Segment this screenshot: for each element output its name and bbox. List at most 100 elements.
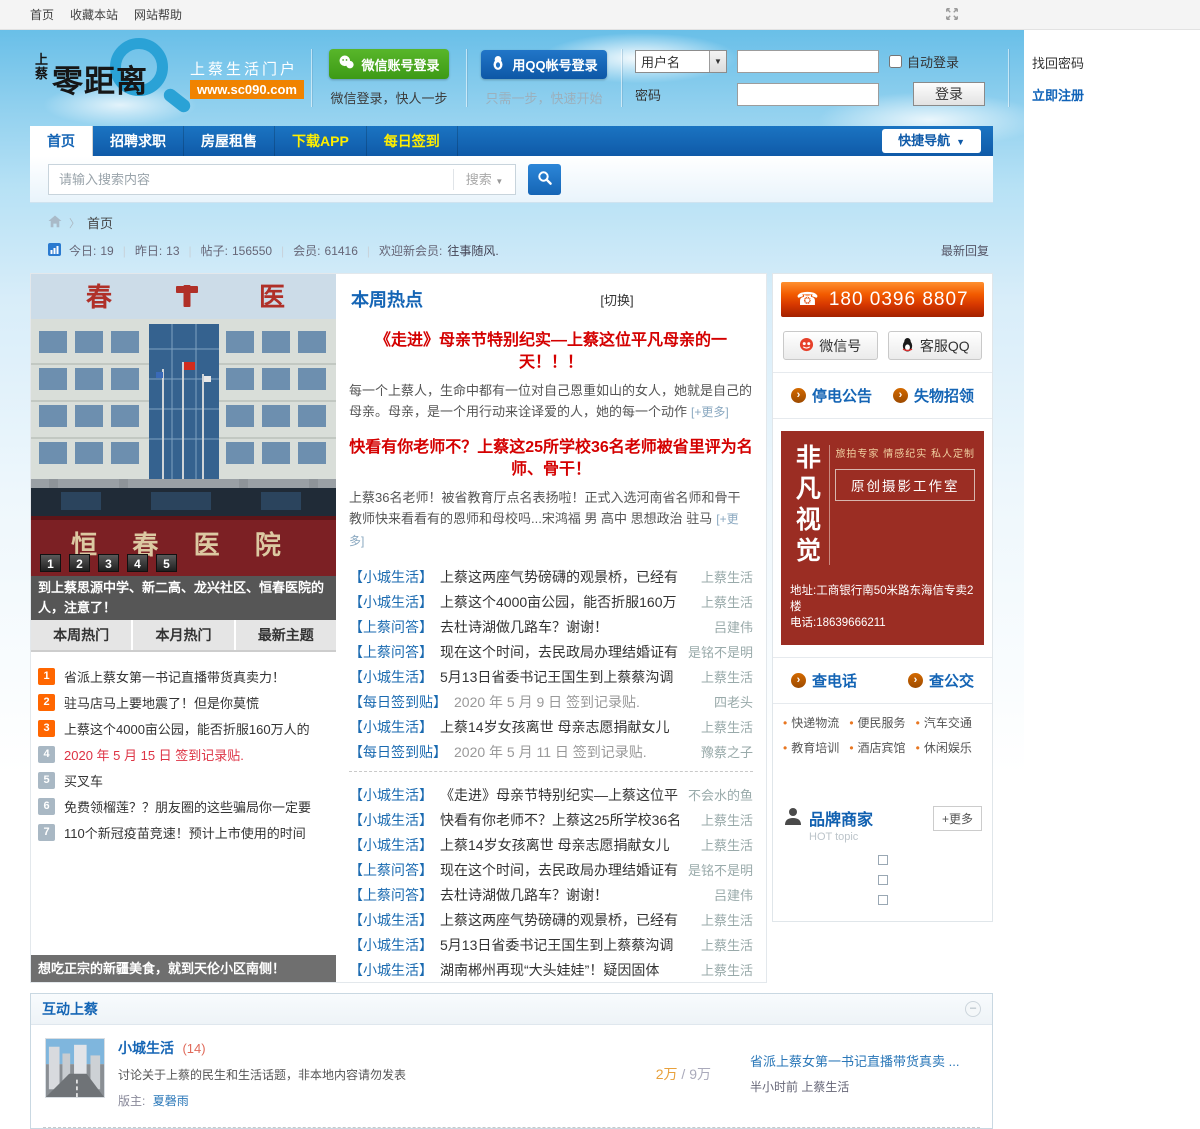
hot-topic-link[interactable]: 省派上蔡女第一书记直播带货真卖力！ (64, 667, 285, 686)
thread-category-link[interactable]: 【小城生活】 (349, 785, 433, 805)
thread-title-link[interactable]: 5月13日省委书记王国生到上蔡蔡沟调 (440, 667, 691, 687)
thread-title-link[interactable]: 5月13日省委书记王国生到上蔡蔡沟调 (440, 935, 691, 955)
hot-topic-link[interactable]: 2020 年 5 月 15 日 签到记录贴. (64, 745, 244, 764)
thread-author-link[interactable]: 上蔡生活 (701, 717, 753, 736)
moderator-link[interactable]: 夏磬雨 (153, 1094, 189, 1108)
thread-author-link[interactable]: 上蔡生活 (701, 960, 753, 979)
search-input[interactable] (49, 171, 453, 187)
thread-category-link[interactable]: 【小城生活】 (349, 667, 433, 687)
thread-author-link[interactable]: 上蔡生活 (701, 910, 753, 929)
thread-category-link[interactable]: 【每日签到贴】 (349, 742, 447, 762)
auto-login-checkbox[interactable] (889, 55, 902, 68)
breadcrumb-home-link[interactable]: 首页 (87, 213, 113, 232)
carousel-caption[interactable]: 到上蔡思源中学、新二高、龙兴社区、恒春医院的人，注意了！ (31, 576, 336, 620)
thread-category-link[interactable]: 【每日签到贴】 (349, 692, 447, 712)
notice-link[interactable]: › 失物招领 (892, 385, 974, 406)
thread-author-link[interactable]: 上蔡生活 (701, 935, 753, 954)
wechat-login-button[interactable]: 微信账号登录 (329, 49, 449, 79)
thread-author-link[interactable]: 不会水的鱼 (688, 785, 753, 804)
brand-merchants-title[interactable]: 品牌商家 (809, 806, 873, 830)
hot-topic-link[interactable]: 买叉车 (64, 771, 103, 790)
thread-category-link[interactable]: 【小城生活】 (349, 910, 433, 930)
thread-author-link[interactable]: 吕建伟 (714, 617, 753, 636)
thread-author-link[interactable]: 四老头 (714, 692, 753, 711)
thread-title-link[interactable]: 《走进》母亲节特别纪实—上蔡这位平 (440, 785, 678, 805)
hot-topic-link[interactable]: 110个新冠疫苗竞速！预计上市使用的时间 (64, 823, 306, 842)
thread-category-link[interactable]: 【小城生活】 (349, 960, 433, 980)
left-tab[interactable]: 本周热门 (31, 620, 132, 650)
site-logo[interactable]: 上蔡 零距离 上蔡生活门户 www.sc090.com (30, 36, 304, 120)
thread-title-link[interactable]: 2020 年 5 月 9 日 签到记录贴. (454, 692, 704, 712)
thread-category-link[interactable]: 【上蔡问答】 (349, 860, 433, 880)
thread-author-link[interactable]: 上蔡生活 (701, 667, 753, 686)
topbar-link[interactable]: 首页 (30, 8, 54, 22)
thread-category-link[interactable]: 【小城生活】 (349, 717, 433, 737)
fullscreen-icon[interactable] (945, 7, 959, 21)
notice-link[interactable]: › 停电公告 (791, 385, 872, 406)
username-input[interactable] (737, 50, 879, 73)
username-type-select[interactable]: 用户名 ▼ (635, 50, 727, 73)
thread-title-link[interactable]: 去杜诗湖做几路车？谢谢！ (440, 617, 704, 637)
left-ad-banner[interactable]: 想吃正宗的新疆美食，就到天伦小区南侧！ (31, 955, 336, 982)
more-link[interactable]: [+更多] (691, 405, 729, 419)
forum-name-link[interactable]: 小城生活 (118, 1040, 174, 1056)
thread-category-link[interactable]: 【小城生活】 (349, 810, 433, 830)
latest-replies-link[interactable]: 最新回复 (941, 242, 989, 259)
find-password-link[interactable]: 找回密码 (1032, 53, 1084, 72)
home-icon[interactable] (48, 215, 62, 231)
thread-author-link[interactable]: 上蔡生活 (701, 592, 753, 611)
thread-title-link[interactable]: 上蔡这两座气势磅礴的观景桥，已经有 (440, 910, 691, 930)
forum-thumbnail[interactable] (45, 1038, 105, 1098)
thread-category-link[interactable]: 【小城生活】 (349, 935, 433, 955)
last-post-link[interactable]: 省派上蔡女第一书记直播带货真卖 ... (750, 1053, 978, 1071)
service-link[interactable]: 教育培训 (783, 739, 849, 756)
thread-title-link[interactable]: 上蔡这个4000亩公园，能否折服160万 (440, 592, 691, 612)
service-link[interactable]: 快递物流 (783, 714, 849, 731)
more-button[interactable]: +更多 (932, 806, 982, 831)
service-link[interactable]: 休闲娱乐 (916, 739, 982, 756)
service-link[interactable]: 汽车交通 (916, 714, 982, 731)
carousel-page-button[interactable]: 2 (69, 554, 90, 572)
service-link[interactable]: 便民服务 (849, 714, 915, 731)
nav-tab[interactable]: 每日签到 (367, 126, 458, 156)
thread-title-link[interactable]: 湖南郴州再现“大头娃娃”！疑因固体 (440, 960, 691, 980)
carousel-page-button[interactable]: 3 (98, 554, 119, 572)
thread-category-link[interactable]: 【小城生活】 (349, 835, 433, 855)
thread-category-link[interactable]: 【上蔡问答】 (349, 617, 433, 637)
lookup-link[interactable]: › 查公交 (907, 670, 974, 691)
thread-author-link[interactable]: 是铭不是明 (688, 642, 753, 661)
feature-headline[interactable]: 快看有你老师不？上蔡这25所学校36名老师被省里评为名师、骨干！ (349, 437, 753, 481)
password-input[interactable] (737, 82, 879, 106)
thread-title-link[interactable]: 去杜诗湖做几路车？谢谢！ (440, 885, 704, 905)
search-type-select[interactable]: 搜索 ▼ (453, 168, 515, 190)
qq-service-button[interactable]: 客服QQ (887, 331, 982, 360)
thread-category-link[interactable]: 【小城生活】 (349, 592, 433, 612)
qq-login-button[interactable]: 用QQ帐号登录 (481, 49, 607, 79)
carousel[interactable]: 春 医 恒 春 医 院 1 2 3 4 5 到上蔡思源中学、新二高、龙兴社区、恒… (31, 274, 336, 620)
left-tab[interactable]: 最新主题 (235, 620, 336, 650)
carousel-page-button[interactable]: 5 (156, 554, 177, 572)
left-tab[interactable]: 本月热门 (133, 620, 234, 650)
contact-phone-banner[interactable]: ☎ 180 0396 8807 (781, 282, 984, 317)
thread-author-link[interactable]: 上蔡生活 (701, 567, 753, 586)
thread-author-link[interactable]: 是铭不是明 (688, 860, 753, 879)
topbar-link[interactable]: 网站帮助 (134, 8, 182, 22)
thread-category-link[interactable]: 【小城生活】 (349, 567, 433, 587)
quick-nav-button[interactable]: 快捷导航 ▼ (882, 129, 981, 153)
new-member-link[interactable]: 往事随风. (447, 242, 498, 259)
topbar-link[interactable]: 收藏本站 (70, 8, 118, 22)
photo-studio-ad[interactable]: 非凡 视觉 旅拍专家 情感纪实 私人定制 原创摄影工作室 地址:工商银行南50米… (781, 431, 984, 645)
feature-headline[interactable]: 《走进》母亲节特别纪实—上蔡这位平凡母亲的一天！！！ (349, 330, 753, 374)
hot-topic-link[interactable]: 上蔡这个4000亩公园，能否折服160万人的 (64, 719, 310, 738)
thread-author-link[interactable]: 上蔡生活 (701, 810, 753, 829)
thread-title-link[interactable]: 上蔡14岁女孩离世 母亲志愿捐献女儿 (440, 717, 691, 737)
thread-title-link[interactable]: 现在这个时间，去民政局办理结婚证有 (440, 642, 678, 662)
carousel-page-button[interactable]: 4 (127, 554, 148, 572)
collapse-icon[interactable]: – (965, 1001, 981, 1017)
register-link[interactable]: 立即注册 (1032, 85, 1084, 104)
thread-title-link[interactable]: 2020 年 5 月 11 日 签到记录贴. (454, 742, 691, 762)
thread-title-link[interactable]: 上蔡14岁女孩离世 母亲志愿捐献女儿 (440, 835, 691, 855)
thread-author-link[interactable]: 吕建伟 (714, 885, 753, 904)
thread-author-link[interactable]: 上蔡生活 (701, 835, 753, 854)
nav-tab[interactable]: 首页 (30, 126, 93, 156)
